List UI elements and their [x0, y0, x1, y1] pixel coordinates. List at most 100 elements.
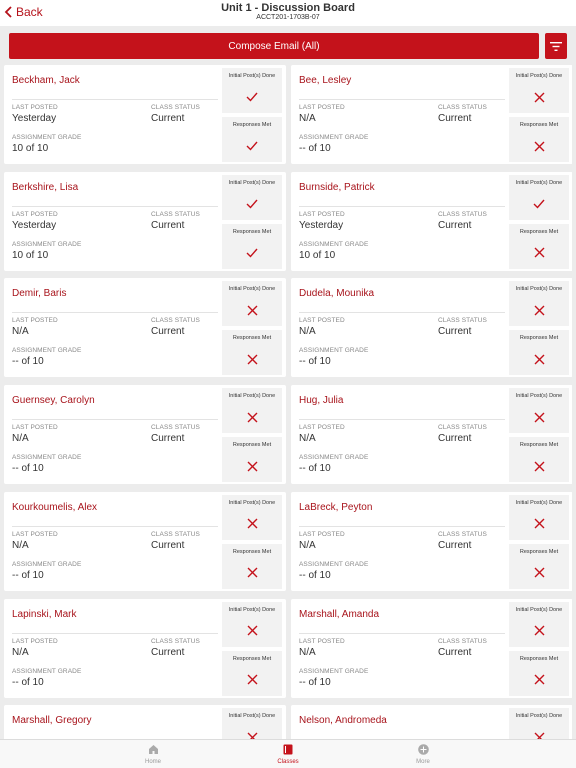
assignment-grade-value: 10 of 10	[12, 249, 49, 261]
tab-classes[interactable]: Classes	[258, 744, 318, 765]
class-status-label: CLASS STATUS	[151, 637, 200, 645]
initial-posts-label: Initial Post(s) Done	[228, 393, 276, 400]
assignment-grade-value: 10 of 10	[12, 143, 49, 154]
student-card[interactable]: Guernsey, Carolyn LAST POSTED N/A CLASS STA…	[4, 385, 286, 485]
student-name[interactable]: Lapinski, Mark	[12, 609, 76, 620]
class-status-value: Current	[151, 326, 185, 338]
last-posted-label: LAST POSTED	[299, 210, 345, 218]
student-name[interactable]: Demir, Baris	[12, 288, 66, 299]
tab-more[interactable]: More	[393, 744, 453, 765]
cross-icon	[509, 410, 569, 424]
responses-met-label: Responses Met	[232, 122, 272, 128]
initial-posts-box: Initial Post(s) Done	[509, 174, 569, 220]
student-card[interactable]: Hug, Julia LAST POSTED N/A CLASS STATUS Curr…	[291, 385, 572, 485]
initial-posts-label: Initial Post(s) Done	[515, 606, 563, 613]
filter-button[interactable]	[545, 33, 567, 59]
last-posted-value: N/A	[12, 433, 29, 445]
student-card[interactable]: Nelson, AndromedaLAST POSTEDCLASS STATUS…	[291, 705, 572, 739]
student-name[interactable]: Marshall, Gregory	[12, 715, 91, 726]
tab-more-label: More	[416, 759, 430, 765]
initial-posts-box: Initial Post(s) Done	[222, 494, 282, 540]
initial-posts-box: Initial Post(s) Done	[509, 68, 569, 113]
initial-posts-box: Initial Post(s) Done	[222, 601, 282, 647]
initial-posts-box: Initial Post(s) Done	[222, 174, 282, 220]
student-name[interactable]: Burnside, Patrick	[299, 182, 375, 193]
assignment-grade-label: ASSIGNMENT GRADE	[12, 560, 82, 568]
initial-posts-label: Initial Post(s) Done	[228, 713, 276, 720]
student-name[interactable]: Nelson, Andromeda	[299, 715, 387, 726]
initial-posts-box: Initial Post(s) Done	[509, 388, 569, 434]
initial-posts-label: Initial Post(s) Done	[515, 393, 563, 400]
initial-posts-label: Initial Post(s) Done	[228, 606, 276, 613]
class-status-value: Current	[151, 433, 185, 445]
student-name[interactable]: Berkshire, Lisa	[12, 182, 78, 193]
class-status-label: CLASS STATUS	[151, 210, 200, 218]
last-posted-value: Yesterday	[12, 113, 57, 124]
student-card[interactable]: Bee, Lesley LAST POSTED N/A CLASS STATUS Cur…	[291, 65, 572, 164]
initial-posts-box: Initial Post(s) Done	[222, 68, 282, 113]
student-card[interactable]: Marshall, GregoryLAST POSTEDCLASS STATUS…	[4, 705, 286, 739]
student-name[interactable]: Beckham, Jack	[12, 75, 80, 86]
student-name[interactable]: Hug, Julia	[299, 395, 343, 406]
assignment-grade-value: -- of 10	[12, 356, 44, 368]
assignment-grade-value: -- of 10	[299, 143, 331, 154]
responses-met-box: Responses Met	[509, 223, 569, 269]
initial-posts-box: Initial Post(s) Done	[509, 494, 569, 540]
responses-met-box: Responses Met	[509, 330, 569, 376]
student-name[interactable]: Dudela, Mounika	[299, 288, 374, 299]
last-posted-value: N/A	[12, 326, 29, 338]
student-card[interactable]: Burnside, Patrick LAST POSTED Yesterday CLA…	[291, 171, 572, 271]
assignment-grade-value: -- of 10	[12, 463, 44, 475]
last-posted-label: LAST POSTED	[12, 210, 58, 218]
responses-met-label: Responses Met	[519, 122, 559, 128]
last-posted-label: LAST POSTED	[12, 530, 58, 538]
student-name[interactable]: Guernsey, Carolyn	[12, 395, 95, 406]
assignment-grade-label: ASSIGNMENT GRADE	[299, 134, 369, 141]
cross-icon	[509, 90, 569, 104]
assignment-grade-label: ASSIGNMENT GRADE	[12, 240, 82, 248]
page-title: Unit 1 - Discussion Board	[221, 2, 355, 14]
cross-icon	[222, 303, 282, 317]
student-card[interactable]: Dudela, Mounika LAST POSTED N/A CLASS STATU…	[291, 278, 572, 378]
check-icon	[222, 139, 282, 153]
responses-met-box: Responses Met	[222, 650, 282, 696]
book-icon	[283, 744, 293, 755]
student-card[interactable]: Marshall, Amanda LAST POSTED N/A CLASS STAT…	[291, 598, 572, 698]
tab-home[interactable]: Home	[123, 744, 183, 765]
initial-posts-label: Initial Post(s) Done	[515, 179, 563, 186]
initial-posts-box: Initial Post(s) Done	[222, 708, 282, 739]
assignment-grade-value: -- of 10	[12, 676, 44, 688]
header-bar: Back Unit 1 - Discussion Board ACCT201-1…	[0, 0, 576, 26]
student-name[interactable]: Marshall, Amanda	[299, 609, 379, 620]
last-posted-label: LAST POSTED	[12, 424, 58, 432]
divider	[12, 419, 218, 421]
divider	[299, 525, 505, 527]
assignment-grade-value: -- of 10	[299, 463, 331, 475]
class-status-value: Current	[151, 113, 185, 124]
class-status-value: Current	[438, 219, 472, 231]
student-name[interactable]: Bee, Lesley	[299, 75, 351, 86]
class-status-value: Current	[438, 539, 472, 551]
initial-posts-label: Initial Post(s) Done	[228, 499, 276, 506]
initial-posts-label: Initial Post(s) Done	[515, 713, 563, 720]
compose-email-button[interactable]: Compose Email (All)	[9, 33, 539, 59]
student-card[interactable]: Demir, Baris LAST POSTED N/A CLASS STATUS Cu…	[4, 278, 286, 378]
class-status-label: CLASS STATUS	[438, 317, 487, 325]
assignment-grade-value: -- of 10	[12, 569, 44, 581]
student-card[interactable]: LaBreck, Peyton LAST POSTED N/A CLASS STATU…	[291, 491, 572, 591]
student-card[interactable]: Kourkoumelis, Alex LAST POSTED N/A CLASS ST…	[4, 491, 286, 591]
last-posted-label: LAST POSTED	[299, 424, 345, 432]
student-name[interactable]: Kourkoumelis, Alex	[12, 502, 97, 513]
student-card[interactable]: Berkshire, Lisa LAST POSTED Yesterday CLASS…	[4, 171, 286, 271]
student-card[interactable]: Beckham, Jack LAST POSTED Yesterday CLASS S…	[4, 65, 286, 164]
responses-met-label: Responses Met	[519, 228, 559, 235]
initial-posts-box: Initial Post(s) Done	[222, 281, 282, 327]
last-posted-label: LAST POSTED	[12, 637, 58, 645]
cross-icon	[222, 730, 282, 739]
divider	[299, 419, 505, 421]
student-card[interactable]: Lapinski, Mark LAST POSTED N/A CLASS STATUS…	[4, 598, 286, 698]
class-status-value: Current	[151, 219, 185, 231]
check-icon	[222, 90, 282, 104]
cross-icon	[509, 303, 569, 317]
student-name[interactable]: LaBreck, Peyton	[299, 502, 372, 513]
